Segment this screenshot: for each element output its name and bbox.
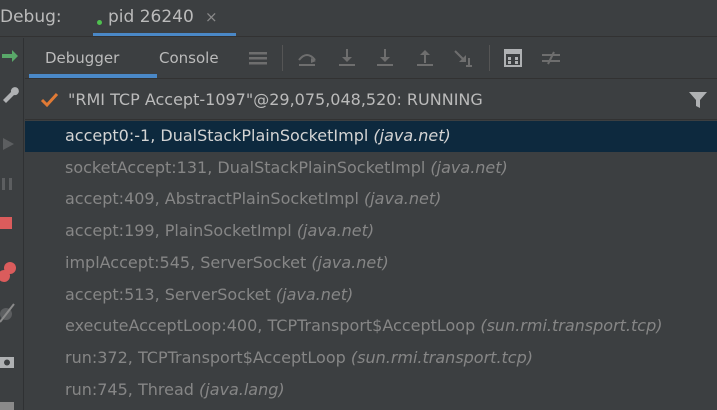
- frame-method: accept0:-1, DualStackPlainSocketImpl: [65, 126, 369, 145]
- frame-method: socketAccept:131, DualStackPlainSocketIm…: [65, 157, 426, 177]
- stack-frame-row[interactable]: accept:513, ServerSocket (java.net): [25, 280, 717, 311]
- stack-frame-row[interactable]: accept:199, PlainSocketImpl (java.net): [25, 216, 717, 247]
- force-step-into-icon[interactable]: [373, 46, 397, 70]
- pause-icon[interactable]: [0, 172, 20, 196]
- stack-frame-row[interactable]: implAccept:545, ServerSocket (java.net): [25, 248, 717, 279]
- stack-frame-row[interactable]: run:745, Thread (java.lang): [25, 375, 717, 406]
- stop-icon[interactable]: [0, 212, 20, 236]
- debug-tool-window-header: Debug: pid 26240 ×: [0, 0, 717, 37]
- view-breakpoints-icon[interactable]: [0, 260, 20, 284]
- tab-console[interactable]: Console: [159, 49, 219, 67]
- active-subtab-indicator: [29, 74, 157, 78]
- step-out-icon[interactable]: [413, 46, 437, 70]
- session-name: pid 26240: [108, 7, 194, 27]
- frame-label: accept:199, PlainSocketImpl (java.net): [65, 221, 374, 240]
- thread-status: "RMI TCP Accept-1097"@29,075,048,520: RU…: [68, 90, 483, 109]
- frame-method: run:745, Thread: [65, 379, 194, 399]
- frame-method: accept:513, ServerSocket: [65, 284, 271, 304]
- frame-label: executeAcceptLoop:400, TCPTransport$Acce…: [65, 316, 662, 335]
- stack-frame-row[interactable]: socketAccept:131, DualStackPlainSocketIm…: [25, 153, 717, 184]
- step-over-icon[interactable]: [295, 46, 319, 70]
- thread-selector[interactable]: "RMI TCP Accept-1097"@29,075,048,520: RU…: [25, 80, 717, 120]
- trace-icon[interactable]: [539, 46, 563, 70]
- layout-icon[interactable]: [0, 388, 20, 410]
- close-icon[interactable]: ×: [205, 8, 218, 26]
- frame-label: accept0:-1, DualStackPlainSocketImpl (ja…: [65, 126, 451, 145]
- layout-menu-icon[interactable]: [246, 46, 270, 70]
- check-icon: [40, 90, 60, 114]
- stack-frame-row[interactable]: accept0:-1, DualStackPlainSocketImpl (ja…: [25, 121, 717, 152]
- frame-label: implAccept:545, ServerSocket (java.net): [65, 253, 389, 272]
- frame-label: run:745, Thread (java.lang): [65, 380, 285, 399]
- stack-frame-row[interactable]: executeAcceptLoop:400, TCPTransport$Acce…: [25, 311, 717, 342]
- active-tab-indicator: [93, 33, 236, 36]
- frame-method: run:372, TCPTransport$AcceptLoop: [65, 347, 346, 367]
- frame-package: (java.net): [430, 157, 508, 177]
- frame-package: (java.net): [373, 126, 451, 145]
- frame-label: socketAccept:131, DualStackPlainSocketIm…: [65, 158, 508, 177]
- step-into-icon[interactable]: [335, 46, 359, 70]
- run-to-cursor-icon[interactable]: [451, 46, 475, 70]
- rerun-icon[interactable]: [0, 46, 20, 70]
- toolbar-separator: [282, 45, 283, 71]
- mute-breakpoints-icon[interactable]: [0, 300, 20, 324]
- frame-label: accept:513, ServerSocket (java.net): [65, 285, 353, 304]
- stack-frame-row[interactable]: run:372, TCPTransport$AcceptLoop (sun.rm…: [25, 343, 717, 374]
- resume-icon[interactable]: [0, 132, 20, 156]
- frame-label: run:372, TCPTransport$AcceptLoop (sun.rm…: [65, 348, 533, 367]
- tab-debug-session[interactable]: pid 26240 ×: [80, 0, 236, 37]
- toolbar-separator: [489, 45, 490, 71]
- tab-debugger[interactable]: Debugger: [45, 49, 119, 67]
- frame-method: accept:409, AbstractPlainSocketImpl: [65, 189, 359, 209]
- running-dot-icon: [97, 20, 102, 25]
- frame-package: (sun.rmi.transport.tcp): [480, 316, 663, 336]
- frame-package: (sun.rmi.transport.tcp): [350, 347, 533, 367]
- debugger-toolbar: Debugger Console: [25, 38, 717, 79]
- frame-package: (java.net): [363, 189, 442, 209]
- stack-frame-row[interactable]: accept:409, AbstractPlainSocketImpl (jav…: [25, 184, 717, 215]
- frame-label: accept:409, AbstractPlainSocketImpl (jav…: [65, 189, 441, 208]
- frame-package: (java.net): [296, 221, 375, 241]
- evaluate-expression-icon[interactable]: [501, 46, 525, 70]
- frame-method: accept:199, PlainSocketImpl: [65, 221, 292, 241]
- wrench-icon[interactable]: [0, 82, 20, 106]
- frame-method: implAccept:545, ServerSocket: [65, 252, 307, 272]
- stack-frames-list: accept0:-1, DualStackPlainSocketImpl (ja…: [25, 121, 717, 410]
- debug-label: Debug:: [0, 7, 62, 27]
- filter-icon[interactable]: [688, 90, 708, 114]
- frame-method: executeAcceptLoop:400, TCPTransport$Acce…: [65, 316, 476, 336]
- frame-package: (java.net): [275, 284, 354, 304]
- camera-icon[interactable]: [0, 350, 20, 374]
- frame-package: (java.net): [311, 252, 389, 272]
- frame-package: (java.lang): [199, 379, 285, 399]
- left-debug-toolbar: [0, 38, 24, 410]
